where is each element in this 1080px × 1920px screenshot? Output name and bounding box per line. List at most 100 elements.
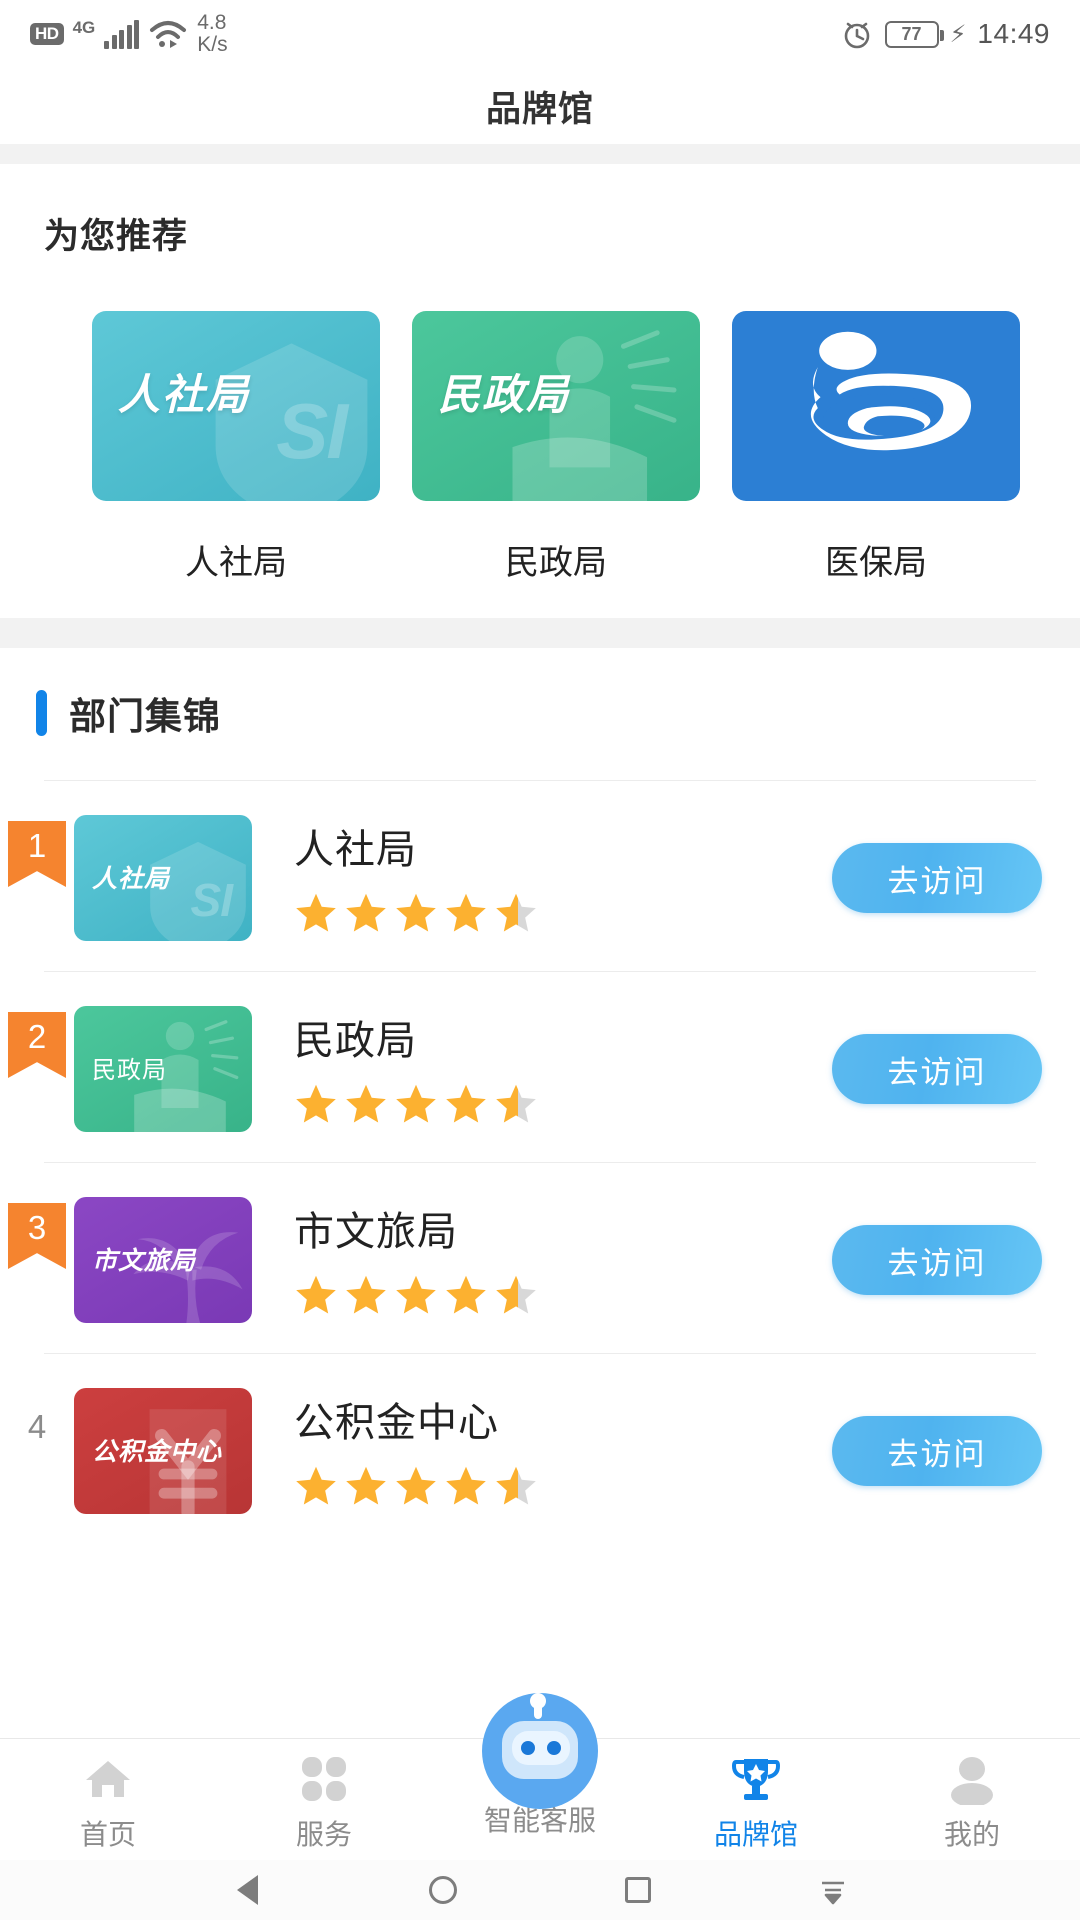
recommend-card-logo-text: 人社局 <box>118 361 250 422</box>
list-item-name: 人社局 <box>294 817 832 875</box>
list-item-info: 公积金中心 <box>252 1388 832 1508</box>
recommend-card-thumbnail[interactable]: 民政局 <box>412 311 700 501</box>
back-triangle-icon[interactable] <box>225 1867 271 1913</box>
star-icon <box>344 891 388 935</box>
android-navigation-bar <box>0 1860 1080 1920</box>
list-item-thumbnail[interactable]: 民政局 <box>74 1006 252 1132</box>
visit-button[interactable]: 去访问 <box>832 1225 1042 1295</box>
net-speed-value: 4.8 <box>197 11 226 34</box>
star-icon <box>294 1082 338 1126</box>
charging-bolt-icon: ⚡ <box>950 20 967 49</box>
rank-badge: 1 <box>0 815 74 887</box>
page-title: 品牌馆 <box>486 81 594 132</box>
accent-bar <box>36 690 47 736</box>
star-icon <box>294 891 338 935</box>
hide-navbar-icon[interactable] <box>810 1867 856 1913</box>
recents-square-icon[interactable] <box>615 1867 661 1913</box>
table-row[interactable]: 4 公积金中心 公积金中心 去访问 <box>0 1354 1080 1544</box>
visit-button[interactable]: 去访问 <box>832 1034 1042 1104</box>
star-icon <box>444 1082 488 1126</box>
star-icon <box>394 891 438 935</box>
swirl-logo-icon <box>756 329 986 479</box>
battery-percent: 77 <box>902 24 922 45</box>
si-watermark-text: SI <box>191 873 232 927</box>
list-item-thumbnail[interactable]: 市文旅局 <box>74 1197 252 1323</box>
rank-number: 4 <box>28 1394 46 1446</box>
home-icon <box>82 1753 134 1805</box>
star-icon <box>494 891 538 935</box>
home-circle-icon[interactable] <box>420 1867 466 1913</box>
network-type-label: 4G <box>73 18 96 38</box>
net-speed-unit: K/s <box>197 33 227 56</box>
list-item-name: 公积金中心 <box>294 1390 832 1448</box>
net-speed: 4.8 K/s <box>197 12 227 56</box>
rating-stars <box>294 1082 832 1126</box>
departments-title: 部门集锦 <box>69 686 221 740</box>
star-icon <box>344 1273 388 1317</box>
list-item-name: 市文旅局 <box>294 1199 832 1257</box>
tab-smart-service[interactable]: 智能客服 <box>432 1739 648 1861</box>
list-item-info: 民政局 <box>252 1006 832 1126</box>
table-row[interactable]: 3 市文旅局 市文旅局 去访问 <box>0 1163 1080 1353</box>
battery-icon: 77 <box>885 21 939 48</box>
rating-stars <box>294 1273 832 1317</box>
table-row[interactable]: 2 民政局 民政局 去访问 <box>0 972 1080 1162</box>
list-item-info: 市文旅局 <box>252 1197 832 1317</box>
signal-icon <box>104 19 139 49</box>
recommend-carousel[interactable]: SI 人社局 人社局 民政局 民政局 <box>0 311 1080 584</box>
list-item-logo-text: 公积金中心 <box>92 1432 222 1468</box>
list-item-logo-text: 民政局 <box>92 1050 167 1085</box>
clock: 14:49 <box>977 18 1050 50</box>
page-header: 品牌馆 <box>0 68 1080 144</box>
rating-stars <box>294 1464 832 1508</box>
recommend-card[interactable]: 医保局 <box>732 311 1020 584</box>
recommend-card-logo-text: 民政局 <box>438 361 570 422</box>
status-bar: HD 4G 4.8 K/s 77 ⚡ 14: <box>0 0 1080 68</box>
wifi-icon <box>148 18 188 50</box>
section-gap-top <box>0 144 1080 164</box>
rank-badge: 3 <box>0 1197 74 1269</box>
rank-ribbon: 2 <box>8 1012 66 1078</box>
recommend-card[interactable]: SI 人社局 人社局 <box>92 311 380 584</box>
tab-brand-hall[interactable]: 品牌馆 <box>648 1739 864 1861</box>
alarm-icon <box>840 17 874 51</box>
departments-section: 部门集锦 1 SI 人社局 人社局 去访问 2 <box>0 648 1080 1544</box>
recommend-title: 为您推荐 <box>0 208 1080 259</box>
trophy-icon <box>730 1753 782 1805</box>
hd-icon: HD <box>30 23 64 46</box>
visit-button[interactable]: 去访问 <box>832 1416 1042 1486</box>
departments-header: 部门集锦 <box>0 686 1080 740</box>
star-icon <box>494 1273 538 1317</box>
tab-mine-label: 我的 <box>944 1813 1000 1853</box>
recommend-card[interactable]: 民政局 民政局 <box>412 311 700 584</box>
recommend-card-label: 医保局 <box>732 535 1020 584</box>
tab-brand-hall-label: 品牌馆 <box>714 1813 798 1853</box>
star-icon <box>394 1082 438 1126</box>
section-gap-middle <box>0 618 1080 648</box>
table-row[interactable]: 1 SI 人社局 人社局 去访问 <box>0 781 1080 971</box>
recommend-card-thumbnail[interactable] <box>732 311 1020 501</box>
recommend-section: 为您推荐 SI 人社局 人社局 <box>0 164 1080 618</box>
list-item-thumbnail[interactable]: 公积金中心 <box>74 1388 252 1514</box>
list-item-thumbnail[interactable]: SI 人社局 <box>74 815 252 941</box>
grid-clover-icon <box>298 1753 350 1805</box>
star-icon <box>444 1273 488 1317</box>
list-item-info: 人社局 <box>252 815 832 935</box>
bottom-tab-bar: 首页 服务 <box>0 1738 1080 1860</box>
robot-icon[interactable] <box>476 1687 604 1815</box>
tab-home[interactable]: 首页 <box>0 1739 216 1861</box>
recommend-card-label: 民政局 <box>412 535 700 584</box>
app-screen: HD 4G 4.8 K/s 77 ⚡ 14: <box>0 0 1080 1920</box>
list-item-logo-text: 人社局 <box>92 859 170 895</box>
recommend-card-thumbnail[interactable]: SI 人社局 <box>92 311 380 501</box>
star-icon <box>394 1273 438 1317</box>
tab-mine[interactable]: 我的 <box>864 1739 1080 1861</box>
star-icon <box>444 1464 488 1508</box>
list-item-name: 民政局 <box>294 1008 832 1066</box>
visit-button[interactable]: 去访问 <box>832 843 1042 913</box>
tab-services-label: 服务 <box>296 1813 352 1853</box>
rank-badge: 4 <box>0 1388 74 1446</box>
person-icon <box>946 1753 998 1805</box>
rank-ribbon: 1 <box>8 821 66 887</box>
tab-services[interactable]: 服务 <box>216 1739 432 1861</box>
